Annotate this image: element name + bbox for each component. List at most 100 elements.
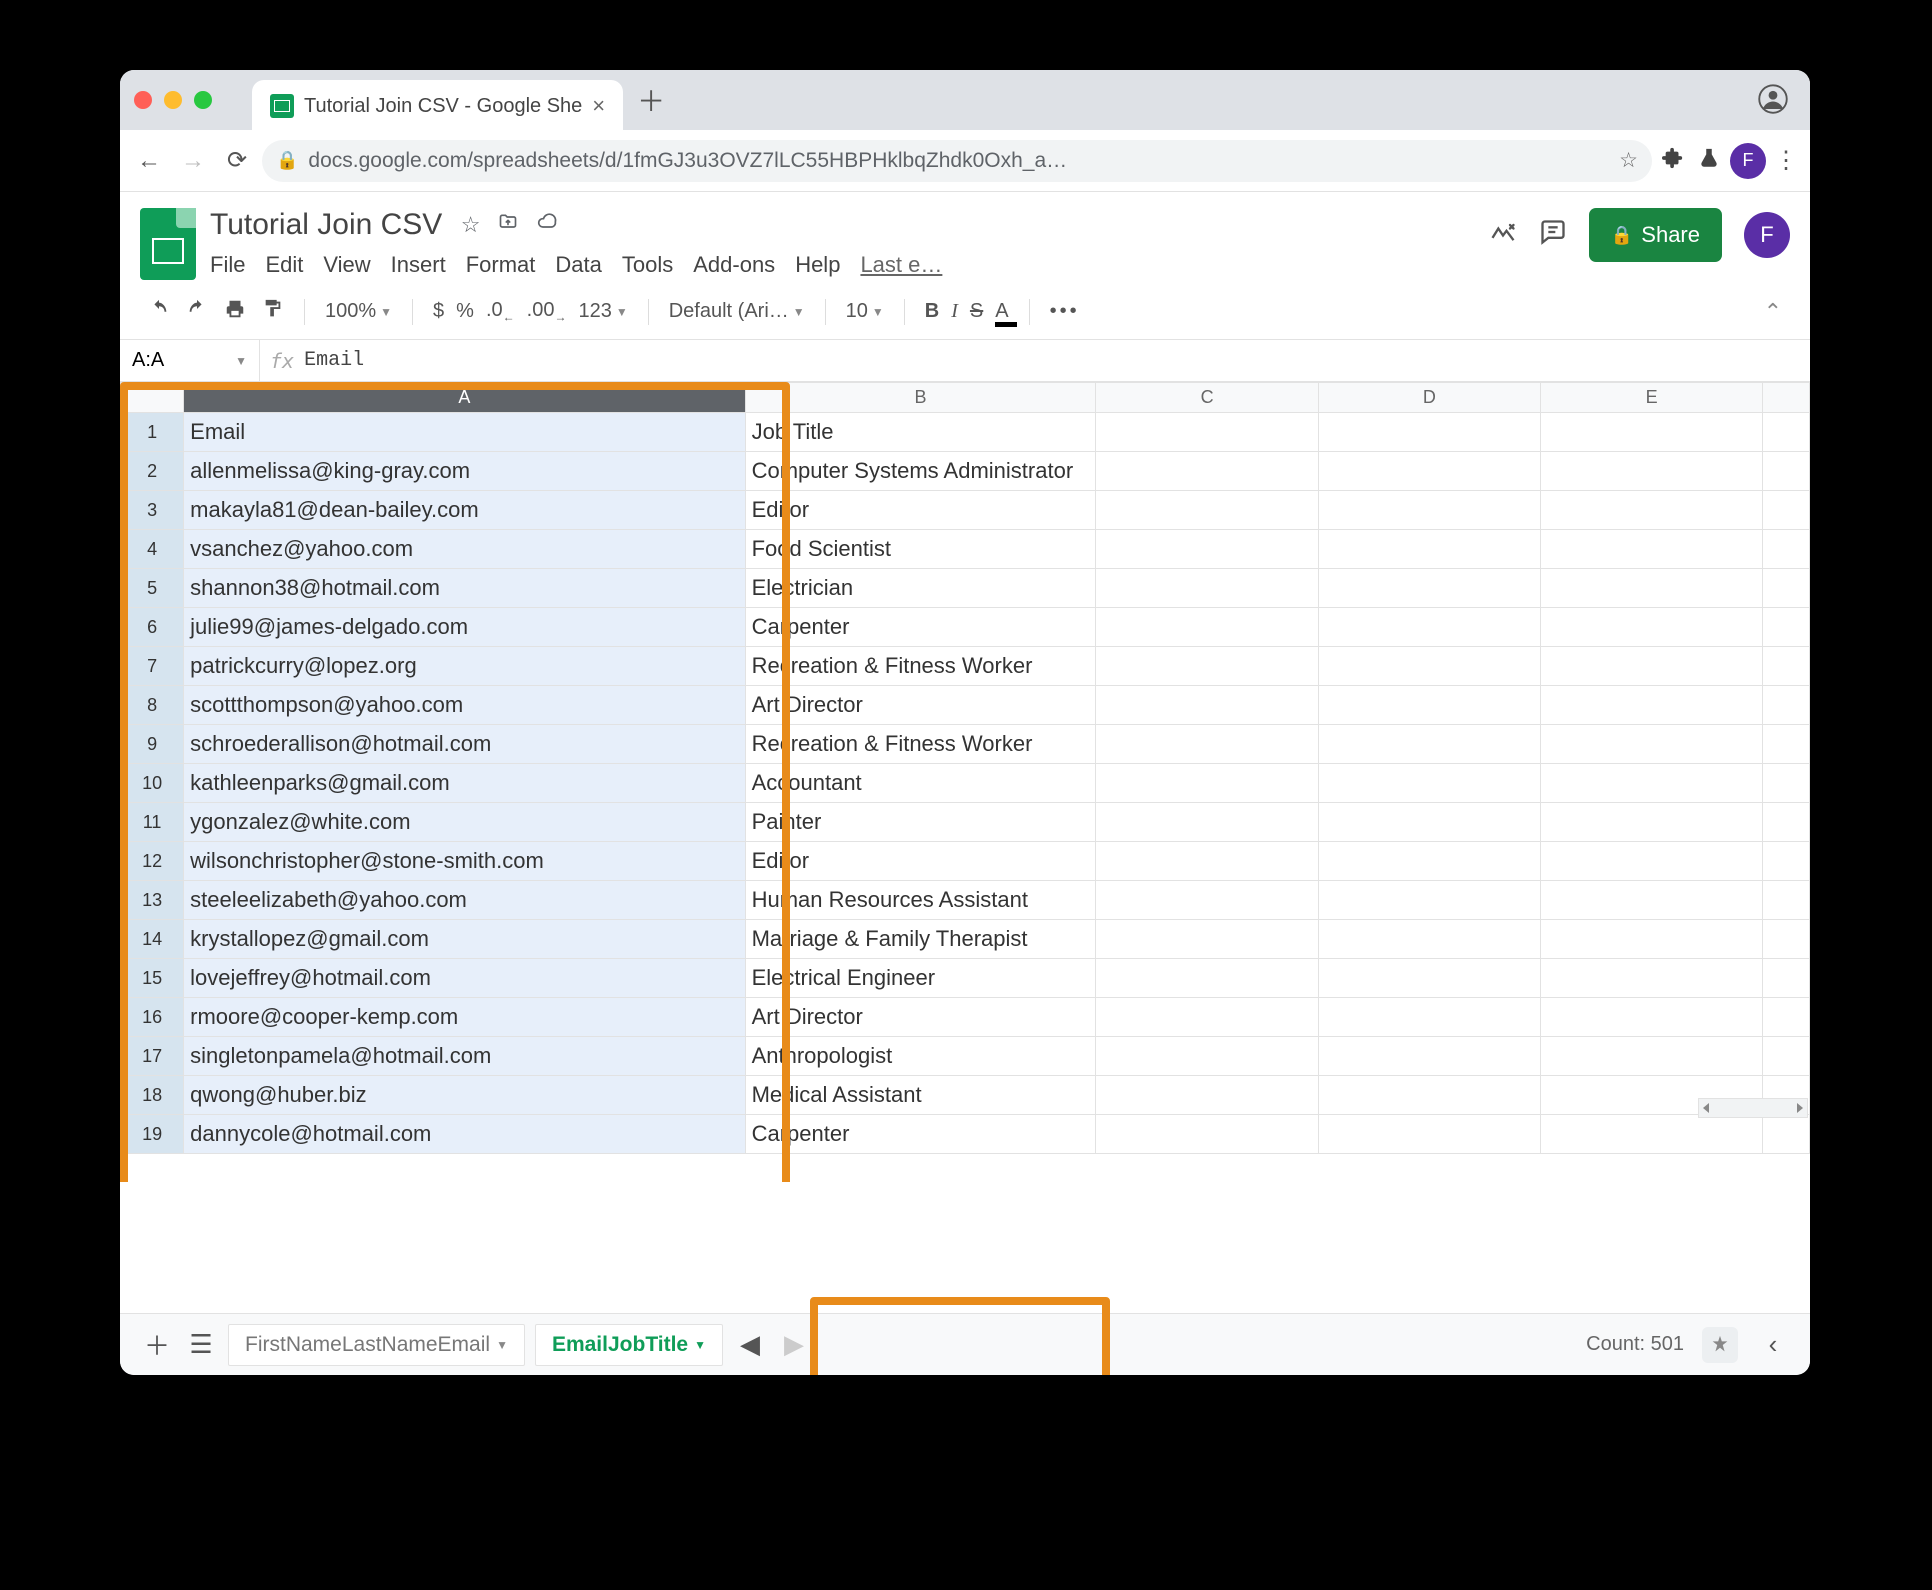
- cell[interactable]: [1763, 686, 1810, 725]
- sheets-logo-icon[interactable]: [140, 208, 196, 280]
- row-header[interactable]: 14: [121, 920, 184, 959]
- menu-view[interactable]: View: [323, 252, 370, 278]
- menu-edit[interactable]: Edit: [265, 252, 303, 278]
- row-header[interactable]: 17: [121, 1037, 184, 1076]
- cell[interactable]: [1096, 881, 1318, 920]
- cell[interactable]: [1763, 1037, 1810, 1076]
- cell[interactable]: [1318, 413, 1540, 452]
- cell[interactable]: [1540, 647, 1762, 686]
- cell[interactable]: [1318, 725, 1540, 764]
- row-header[interactable]: 13: [121, 881, 184, 920]
- cell[interactable]: [1318, 764, 1540, 803]
- row-header[interactable]: 3: [121, 491, 184, 530]
- cell[interactable]: [1096, 725, 1318, 764]
- cell[interactable]: [1096, 1076, 1318, 1115]
- menu-format[interactable]: Format: [466, 252, 536, 278]
- cell[interactable]: [1540, 569, 1762, 608]
- doc-title[interactable]: Tutorial Join CSV: [210, 208, 442, 242]
- activity-icon[interactable]: [1489, 218, 1517, 253]
- menu-file[interactable]: File: [210, 252, 245, 278]
- cell[interactable]: allenmelissa@king-gray.com: [184, 452, 745, 491]
- cell[interactable]: [1540, 1115, 1762, 1154]
- zoom-dropdown[interactable]: 100%▼: [325, 300, 392, 323]
- last-edit-link[interactable]: Last e…: [860, 252, 942, 278]
- cell[interactable]: [1096, 452, 1318, 491]
- row-header[interactable]: 8: [121, 686, 184, 725]
- formula-input[interactable]: Email: [304, 349, 364, 372]
- undo-icon[interactable]: [148, 298, 170, 326]
- cell[interactable]: [1318, 452, 1540, 491]
- cell[interactable]: Anthropologist: [745, 1037, 1096, 1076]
- cell[interactable]: Art Director: [745, 998, 1096, 1037]
- row-header[interactable]: 4: [121, 530, 184, 569]
- row-header[interactable]: 5: [121, 569, 184, 608]
- cell[interactable]: [1096, 686, 1318, 725]
- cell[interactable]: [1763, 491, 1810, 530]
- bold-icon[interactable]: B: [925, 300, 939, 323]
- star-doc-icon[interactable]: ☆: [461, 212, 481, 238]
- row-header[interactable]: 7: [121, 647, 184, 686]
- cell[interactable]: Carpenter: [745, 1115, 1096, 1154]
- cell[interactable]: Human Resources Assistant: [745, 881, 1096, 920]
- extensions-icon[interactable]: [1658, 147, 1688, 175]
- font-size-dropdown[interactable]: 10▼: [846, 300, 884, 323]
- cell[interactable]: [1763, 530, 1810, 569]
- cell[interactable]: [1096, 530, 1318, 569]
- cell[interactable]: [1318, 608, 1540, 647]
- menu-tools[interactable]: Tools: [622, 252, 673, 278]
- cell[interactable]: patrickcurry@lopez.org: [184, 647, 745, 686]
- cell[interactable]: [1540, 959, 1762, 998]
- redo-icon[interactable]: [186, 298, 208, 326]
- chrome-profile-chip[interactable]: [1758, 84, 1788, 114]
- cell[interactable]: [1763, 998, 1810, 1037]
- cell[interactable]: [1540, 998, 1762, 1037]
- cell[interactable]: [1540, 920, 1762, 959]
- more-formats-dropdown[interactable]: 123▼: [578, 300, 627, 323]
- cell[interactable]: [1763, 803, 1810, 842]
- row-header[interactable]: 15: [121, 959, 184, 998]
- cell[interactable]: [1540, 1037, 1762, 1076]
- cell[interactable]: Recreation & Fitness Worker: [745, 647, 1096, 686]
- reload-button[interactable]: ⟳: [218, 146, 256, 175]
- cell[interactable]: Editor: [745, 842, 1096, 881]
- text-color-icon[interactable]: A: [995, 300, 1008, 323]
- cell[interactable]: [1096, 647, 1318, 686]
- labs-icon[interactable]: [1694, 147, 1724, 175]
- strike-icon[interactable]: S: [970, 300, 983, 323]
- row-header[interactable]: 10: [121, 764, 184, 803]
- cell[interactable]: [1318, 803, 1540, 842]
- cell[interactable]: [1318, 569, 1540, 608]
- browser-tab[interactable]: Tutorial Join CSV - Google She ×: [252, 80, 623, 130]
- cell[interactable]: [1763, 842, 1810, 881]
- increase-decimal-icon[interactable]: .00→: [527, 299, 567, 324]
- cell[interactable]: [1318, 842, 1540, 881]
- cell[interactable]: Computer Systems Administrator: [745, 452, 1096, 491]
- cell[interactable]: [1096, 803, 1318, 842]
- cell[interactable]: [1540, 764, 1762, 803]
- bookmark-star-icon[interactable]: ☆: [1619, 148, 1638, 173]
- cell[interactable]: [1096, 1115, 1318, 1154]
- cell[interactable]: [1540, 608, 1762, 647]
- cell[interactable]: [1318, 1037, 1540, 1076]
- italic-icon[interactable]: I: [951, 300, 958, 323]
- spreadsheet-grid[interactable]: ABCDE 1EmailJob Title2allenmelissa@king-…: [120, 382, 1810, 1154]
- cell[interactable]: [1540, 881, 1762, 920]
- cell[interactable]: [1763, 452, 1810, 491]
- cell[interactable]: [1763, 725, 1810, 764]
- cell[interactable]: [1763, 959, 1810, 998]
- cell[interactable]: [1096, 413, 1318, 452]
- all-sheets-button[interactable]: ☰: [184, 1329, 218, 1360]
- column-header-B[interactable]: B: [745, 383, 1096, 413]
- currency-icon[interactable]: $: [433, 300, 444, 323]
- cell[interactable]: Marriage & Family Therapist: [745, 920, 1096, 959]
- select-all-corner[interactable]: [121, 383, 184, 413]
- new-tab-button[interactable]: ＋: [637, 80, 665, 120]
- cell[interactable]: Recreation & Fitness Worker: [745, 725, 1096, 764]
- cell[interactable]: [1318, 959, 1540, 998]
- cell[interactable]: [1763, 569, 1810, 608]
- cell[interactable]: Electrician: [745, 569, 1096, 608]
- row-header[interactable]: 6: [121, 608, 184, 647]
- cell[interactable]: schroederallison@hotmail.com: [184, 725, 745, 764]
- cell[interactable]: [1096, 1037, 1318, 1076]
- name-box[interactable]: A:A▼: [120, 340, 260, 381]
